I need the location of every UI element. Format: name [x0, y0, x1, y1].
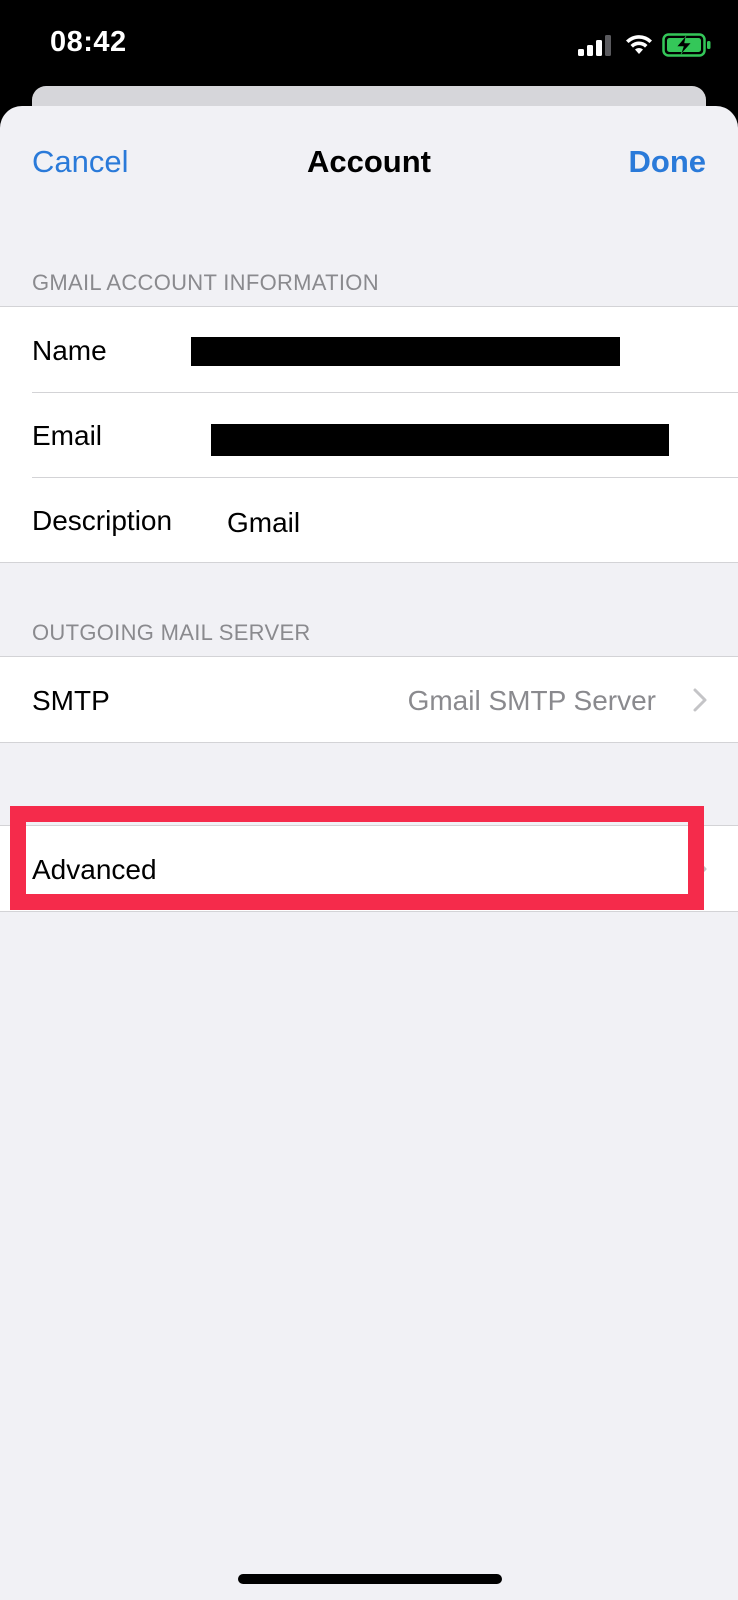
cancel-button[interactable]: Cancel: [32, 144, 129, 180]
account-sheet: Cancel Account Done GMAIL ACCOUNT INFORM…: [0, 106, 738, 1600]
smtp-row[interactable]: SMTP Gmail SMTP Server: [0, 657, 738, 742]
name-redacted-field[interactable]: [191, 337, 620, 366]
description-field[interactable]: Gmail: [227, 507, 300, 539]
home-indicator[interactable]: [238, 1574, 502, 1584]
smtp-label: SMTP: [32, 685, 110, 716]
signal-icon: [578, 35, 611, 56]
description-row[interactable]: Description Gmail: [0, 477, 738, 562]
chevron-right-icon: [693, 688, 707, 712]
wifi-icon: [626, 35, 652, 54]
smtp-server-value: Gmail SMTP Server: [407, 685, 656, 716]
description-label: Description: [32, 505, 173, 536]
advanced-group: Advanced: [0, 825, 738, 912]
done-button[interactable]: Done: [629, 144, 707, 180]
advanced-label: Advanced: [32, 854, 157, 885]
email-label: Email: [32, 420, 103, 451]
chevron-right-icon: [693, 857, 707, 881]
outgoing-server-group: SMTP Gmail SMTP Server: [0, 656, 738, 743]
battery-charging-icon: [662, 33, 711, 57]
email-redacted-field[interactable]: [211, 424, 669, 456]
status-time: 08:42: [50, 26, 127, 58]
status-bar: 08:42: [0, 0, 738, 90]
account-section-header: GMAIL ACCOUNT INFORMATION: [32, 270, 379, 295]
advanced-row[interactable]: Advanced: [0, 826, 738, 911]
outgoing-section-header: OUTGOING MAIL SERVER: [32, 620, 311, 645]
name-row[interactable]: Name: [0, 307, 738, 392]
navigation-bar: Cancel Account Done: [0, 106, 738, 216]
email-row[interactable]: Email: [0, 392, 738, 477]
name-label: Name: [32, 335, 107, 366]
account-info-group: Name Email Description Gmail: [0, 306, 738, 563]
